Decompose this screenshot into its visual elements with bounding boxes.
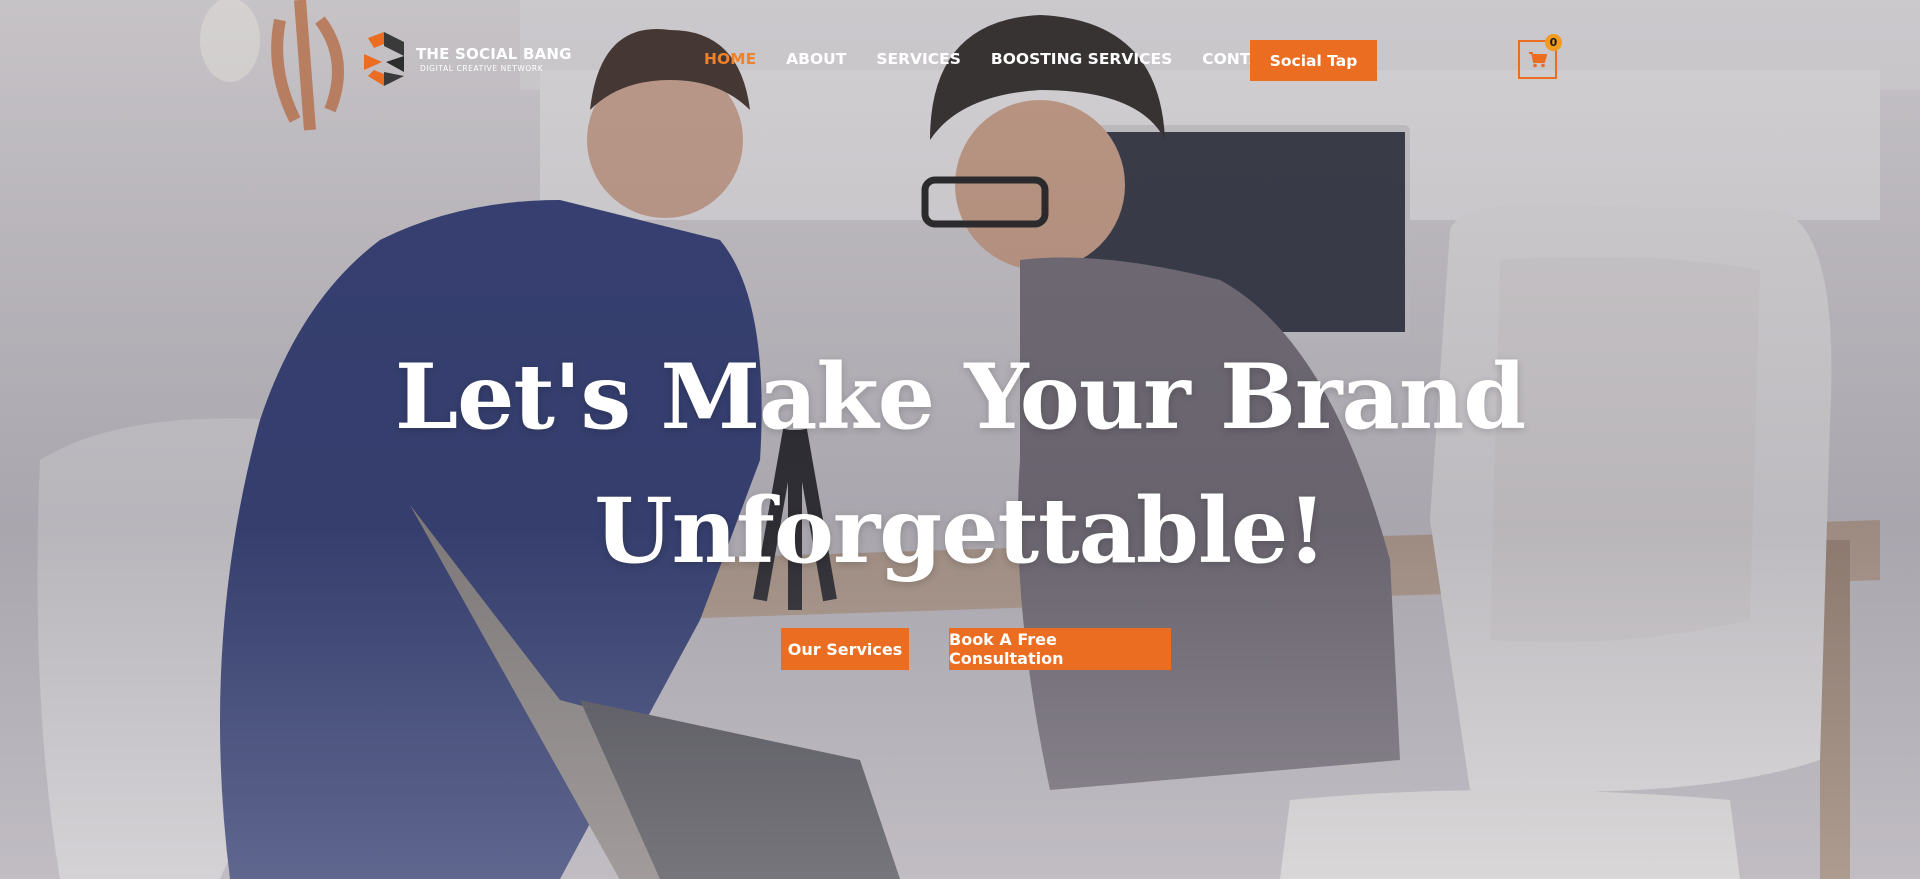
cart-count-badge: 0 xyxy=(1545,34,1562,51)
nav-item-about[interactable]: ABOUT xyxy=(786,50,846,68)
social-bang-logo-icon xyxy=(364,32,404,86)
book-consultation-button[interactable]: Book A Free Consultation xyxy=(949,628,1171,670)
hero-cta-group: Our Services Book A Free Consultation xyxy=(781,628,1171,670)
hero-headline: Let's Make Your Brand Unforgettable! xyxy=(0,330,1920,598)
brand-logo[interactable]: THE SOCIAL BANG DIGITAL CREATIVE NETWORK xyxy=(360,32,572,86)
brand-tagline: DIGITAL CREATIVE NETWORK xyxy=(420,64,544,73)
our-services-button[interactable]: Our Services xyxy=(781,628,909,670)
nav-item-boosting-services[interactable]: BOOSTING SERVICES xyxy=(991,50,1172,68)
hero-headline-line-1: Let's Make Your Brand xyxy=(394,344,1526,450)
cart-button[interactable]: 0 xyxy=(1518,34,1562,79)
main-navigation: HOME ABOUT SERVICES BOOSTING SERVICES CO… xyxy=(704,50,1283,68)
cart-icon xyxy=(1528,51,1547,67)
brand-name: THE SOCIAL BANG xyxy=(416,45,572,63)
nav-item-home[interactable]: HOME xyxy=(704,50,756,68)
social-tap-button[interactable]: Social Tap xyxy=(1250,40,1377,81)
hero-headline-line-2: Unforgettable! xyxy=(594,478,1327,584)
nav-item-services[interactable]: SERVICES xyxy=(876,50,961,68)
